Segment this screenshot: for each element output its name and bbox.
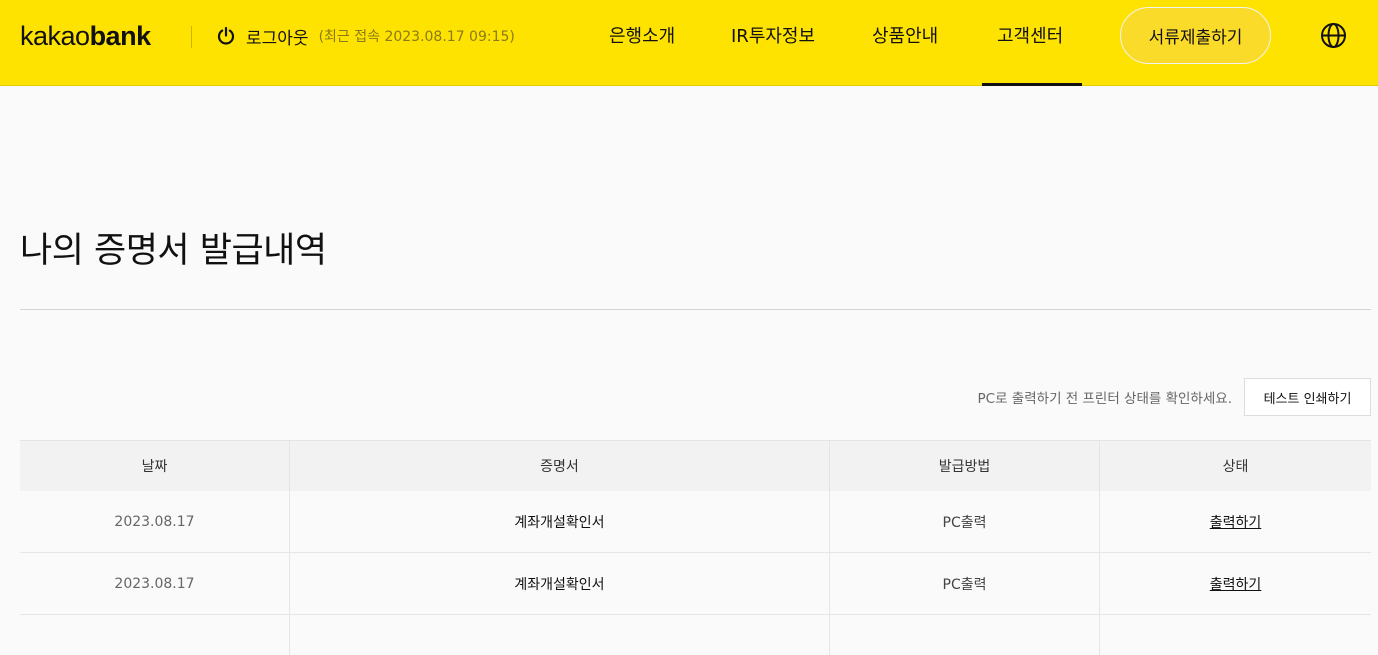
print-link[interactable]: 출력하기 [1210,512,1262,532]
test-print-button[interactable]: 테스트 인쇄하기 [1244,378,1371,416]
row-method: PC출력 [830,491,1100,552]
table-row: 2023.08.17 계좌개설확인서 PC출력 출력하기 [20,553,1371,615]
row-status: 출력하기 [1100,553,1371,614]
row-method: PC출력 [830,553,1100,614]
nav-customer-center[interactable]: 고객센터 [997,22,1063,48]
title-divider [20,309,1371,310]
nav-active-indicator [982,83,1082,86]
power-icon [217,26,235,45]
submit-documents-button[interactable]: 서류제출하기 [1120,7,1271,64]
nav-products[interactable]: 상품안내 [872,22,938,48]
printer-note: PC로 출력하기 전 프린터 상태를 확인하세요. [977,391,1232,407]
row-cell-empty [1100,615,1371,655]
nav-bank-intro[interactable]: 은행소개 [609,22,675,48]
globe-icon[interactable] [1320,22,1347,49]
row-cell-empty [830,615,1100,655]
logout-label: 로그아웃 [246,28,309,49]
logout-button[interactable]: 로그아웃 (최근 접속 2023.08.17 09:15) [216,23,515,49]
last-access-time: (최근 접속 2023.08.17 09:15) [318,29,515,45]
print-link[interactable]: 출력하기 [1210,574,1262,594]
row-certificate: 계좌개설확인서 [290,553,830,614]
row-date: 2023.08.17 [20,491,290,552]
header-method: 발급방법 [830,441,1100,491]
row-date: 2023.08.17 [20,553,290,614]
row-cell-empty [290,615,830,655]
row-status: 출력하기 [1100,491,1371,552]
header-divider [191,26,192,48]
row-cell-empty [20,615,290,655]
header-status: 상태 [1222,459,1249,475]
header: kakaobank 로그아웃 (최근 접속 2023.08.17 09:15) … [0,0,1378,86]
kakaobank-logo[interactable]: kakaobank [20,21,151,52]
header-certificate: 증명서 [290,441,830,491]
header-date: 날짜 [20,441,290,491]
row-certificate: 계좌개설확인서 [290,491,830,552]
nav-ir-info[interactable]: IR투자정보 [731,22,815,48]
page-title: 나의 증명서 발급내역 [20,231,327,271]
table-header: 날짜 증명서 발급방법 상태 [20,440,1371,491]
table-row: 2023.08.17 계좌개설확인서 PC출력 출력하기 [20,491,1371,553]
table-row-partial [20,615,1371,655]
certificate-table: 날짜 증명서 발급방법 상태 2023.08.17 계좌개설확인서 PC출력 출… [20,440,1371,655]
